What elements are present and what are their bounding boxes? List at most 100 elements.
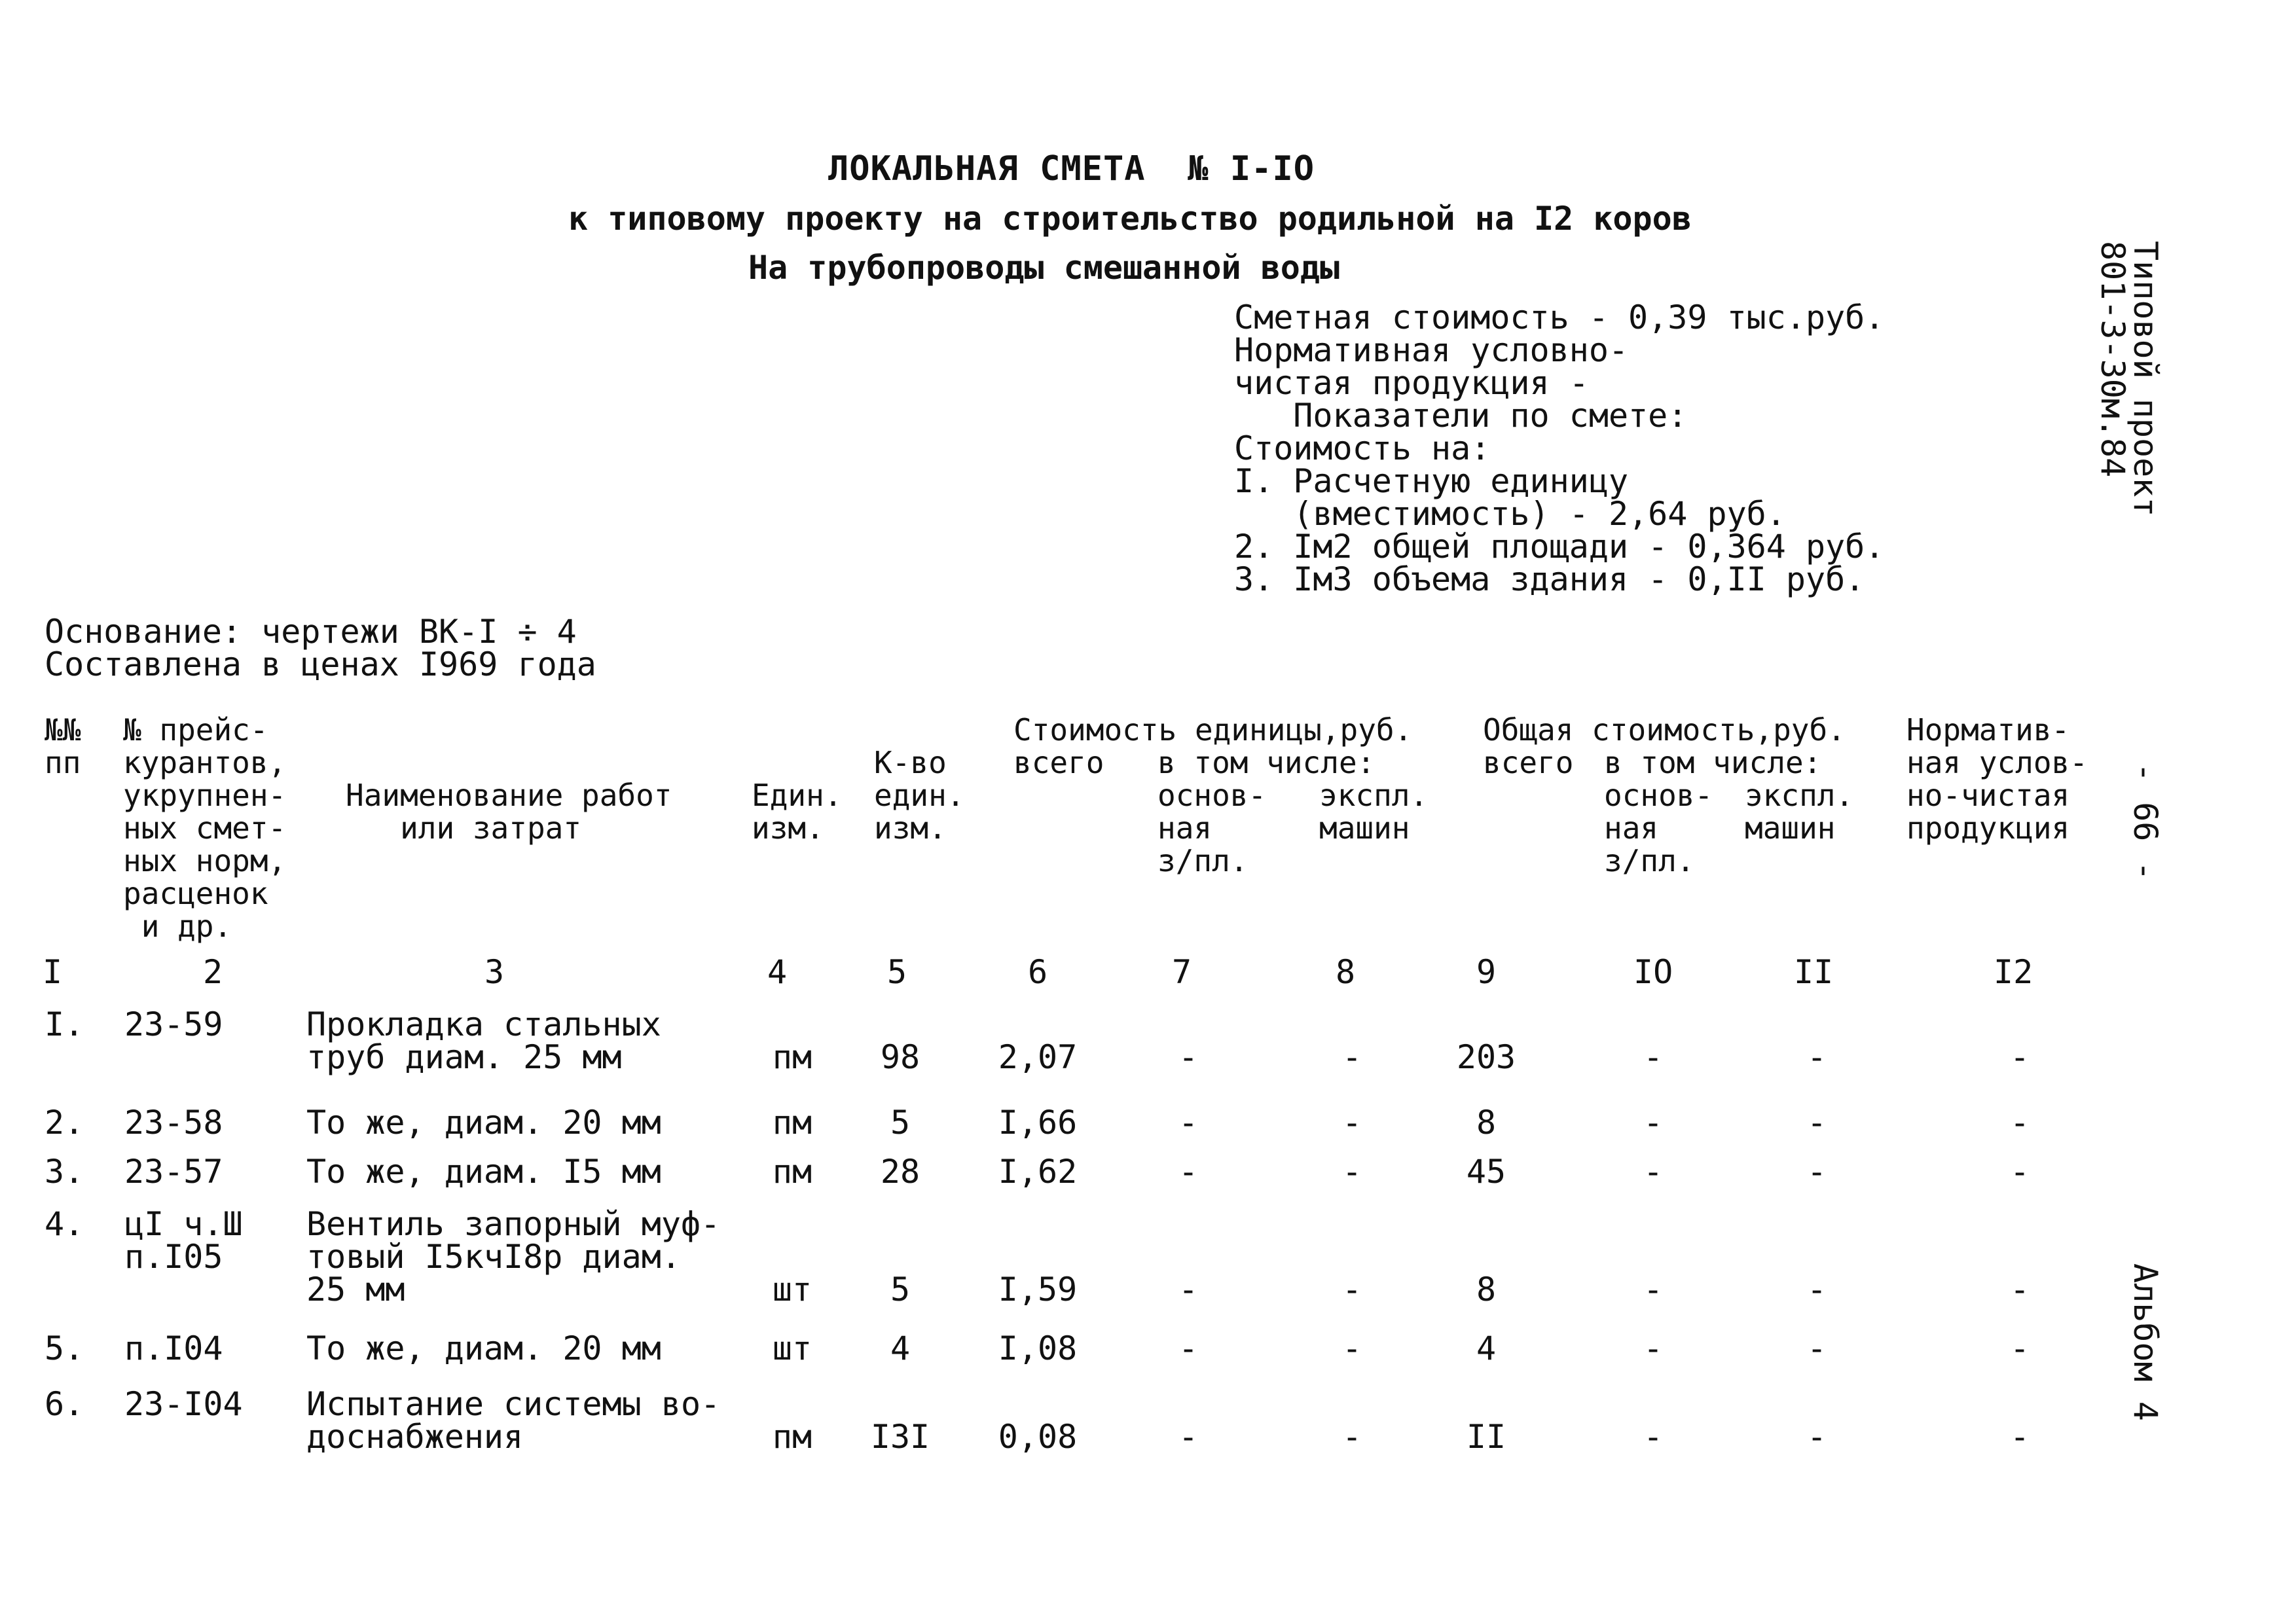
header-total-group: Общая стоимость,руб. xyxy=(1483,712,1846,748)
header-col-6: всего xyxy=(1013,745,1104,780)
total-cost-machines: - xyxy=(1806,1418,1827,1456)
unit: пм xyxy=(772,1038,812,1076)
rate-code: 23-I04 xyxy=(124,1385,243,1423)
column-number: I2 xyxy=(1994,953,2033,991)
column-number: 9 xyxy=(1476,953,1497,991)
summary-line: чистая продукция - xyxy=(1234,364,1589,402)
document-title: ЛОКАЛЬНАЯ СМЕТА № I-IO xyxy=(828,149,1315,189)
unit: шт xyxy=(772,1271,812,1308)
unit-cost-machines: - xyxy=(1341,1418,1362,1456)
project-code: 801-3-30м.84 xyxy=(2094,241,2132,478)
total-cost: 203 xyxy=(1456,1038,1516,1076)
album-label: Альбом 4 xyxy=(2126,1263,2164,1421)
net-product: - xyxy=(2009,1104,2030,1142)
column-number: 3 xyxy=(484,953,505,991)
total-cost-wage: - xyxy=(1643,1271,1664,1308)
total-cost-wage: - xyxy=(1643,1153,1664,1191)
row-number: 4. xyxy=(45,1205,84,1243)
rate-code: 23-58 xyxy=(124,1104,223,1142)
unit-cost-total: 0,08 xyxy=(998,1418,1078,1456)
rate-code: 23-59 xyxy=(124,1005,223,1043)
total-cost: 8 xyxy=(1476,1271,1497,1308)
rate-code: п.I04 xyxy=(124,1329,223,1367)
summary-line: 2. Iм2 общей площади - 0,364 руб. xyxy=(1234,528,1885,566)
unit-cost-total: I,59 xyxy=(998,1271,1078,1308)
quantity: 4 xyxy=(890,1329,911,1367)
header-col-5: К-во един. изм. xyxy=(874,745,965,846)
unit: пм xyxy=(772,1153,812,1191)
total-cost-wage: - xyxy=(1643,1418,1664,1456)
header-col-7: основ- ная з/пл. xyxy=(1157,778,1267,878)
unit-cost-machines: - xyxy=(1341,1329,1362,1367)
summary-line: 3. Iм3 объема здания - 0,II руб. xyxy=(1234,560,1865,598)
net-product: - xyxy=(2009,1418,2030,1456)
header-included-2: в том числе: xyxy=(1604,745,1822,780)
header-col-4: Един. изм. xyxy=(752,778,843,846)
unit-cost-machines: - xyxy=(1341,1104,1362,1142)
summary-line: Сметная стоимость - 0,39 тыс.руб. xyxy=(1234,298,1885,336)
header-col-8: экспл. машин xyxy=(1319,778,1429,846)
summary-line: Стоимость на: xyxy=(1234,429,1491,467)
total-cost-machines: - xyxy=(1806,1153,1827,1191)
column-number: IO xyxy=(1633,953,1673,991)
work-name: Прокладка стальных труб диам. 25 мм xyxy=(306,1005,661,1076)
column-number: 6 xyxy=(1028,953,1048,991)
total-cost: 45 xyxy=(1466,1153,1506,1191)
quantity: 98 xyxy=(880,1038,920,1076)
work-name: То же, диам. 20 мм xyxy=(306,1104,661,1142)
header-col-2: № прейс- курантов, укрупнен- ных смет- н… xyxy=(123,712,287,944)
column-number: 2 xyxy=(203,953,223,991)
unit-cost-total: 2,07 xyxy=(998,1038,1078,1076)
row-number: 2. xyxy=(45,1104,84,1142)
document-subtitle: к типовому проекту на строительство роди… xyxy=(568,200,1692,238)
unit-cost-machines: - xyxy=(1341,1271,1362,1308)
header-col-1: №№ пп xyxy=(45,712,81,780)
basis-line: Основание: чертежи ВК-I ÷ 4 xyxy=(45,613,577,651)
total-cost-wage: - xyxy=(1643,1104,1664,1142)
header-col-9: всего xyxy=(1483,745,1574,780)
summary-line: (вместимость) - 2,64 руб. xyxy=(1234,495,1786,533)
unit-cost-wage: - xyxy=(1178,1104,1199,1142)
total-cost-wage: - xyxy=(1643,1329,1664,1367)
column-number: 5 xyxy=(887,953,907,991)
unit-cost-wage: - xyxy=(1178,1418,1199,1456)
prices-line: Составлена в ценах I969 года xyxy=(45,645,596,683)
net-product: - xyxy=(2009,1271,2030,1308)
summary-line: I. Расчетную единицу xyxy=(1234,462,1629,500)
header-col-12: Норматив- ная услов- но-чистая продукция xyxy=(1906,712,2088,846)
header-col-3: Наименование работ или затрат xyxy=(346,778,672,846)
quantity: 5 xyxy=(890,1104,911,1142)
unit: шт xyxy=(772,1329,812,1367)
summary-block: Сметная стоимость - 0,39 тыс.руб. Нормати… xyxy=(1234,301,1884,596)
object-name: На трубопроводы смешанной воды xyxy=(748,249,1340,287)
net-product: - xyxy=(2009,1038,2030,1076)
unit-cost-wage: - xyxy=(1178,1329,1199,1367)
work-name: Вентиль запорный муф- товый I5кчI8р диам… xyxy=(306,1205,721,1308)
total-cost: 8 xyxy=(1476,1104,1497,1142)
unit-cost-total: I,62 xyxy=(998,1153,1078,1191)
unit: пм xyxy=(772,1418,812,1456)
column-number: I xyxy=(43,953,63,991)
rate-code: цI ч.Ш п.I05 xyxy=(124,1205,243,1276)
row-number: 5. xyxy=(45,1329,84,1367)
header-included-1: в том числе: xyxy=(1157,745,1376,780)
work-name: Испытание системы во- доснабжения xyxy=(306,1385,721,1456)
row-number: 6. xyxy=(45,1385,84,1423)
rate-code: 23-57 xyxy=(124,1153,223,1191)
quantity: I3I xyxy=(870,1418,930,1456)
unit-cost-total: I,08 xyxy=(998,1329,1078,1367)
total-cost-machines: - xyxy=(1806,1271,1827,1308)
header-unit-cost-group: Стоимость единицы,руб. xyxy=(1013,712,1413,748)
column-number: 7 xyxy=(1172,953,1192,991)
work-name: То же, диам. I5 мм xyxy=(306,1153,661,1191)
unit: пм xyxy=(772,1104,812,1142)
header-col-11: экспл. машин xyxy=(1745,778,1854,846)
unit-cost-machines: - xyxy=(1341,1038,1362,1076)
net-product: - xyxy=(2009,1153,2030,1191)
row-number: I. xyxy=(45,1005,84,1043)
project-label: Типовой проект xyxy=(2126,241,2164,517)
quantity: 5 xyxy=(890,1271,911,1308)
row-number: 3. xyxy=(45,1153,84,1191)
unit-cost-wage: - xyxy=(1178,1271,1199,1308)
total-cost-machines: - xyxy=(1806,1038,1827,1076)
